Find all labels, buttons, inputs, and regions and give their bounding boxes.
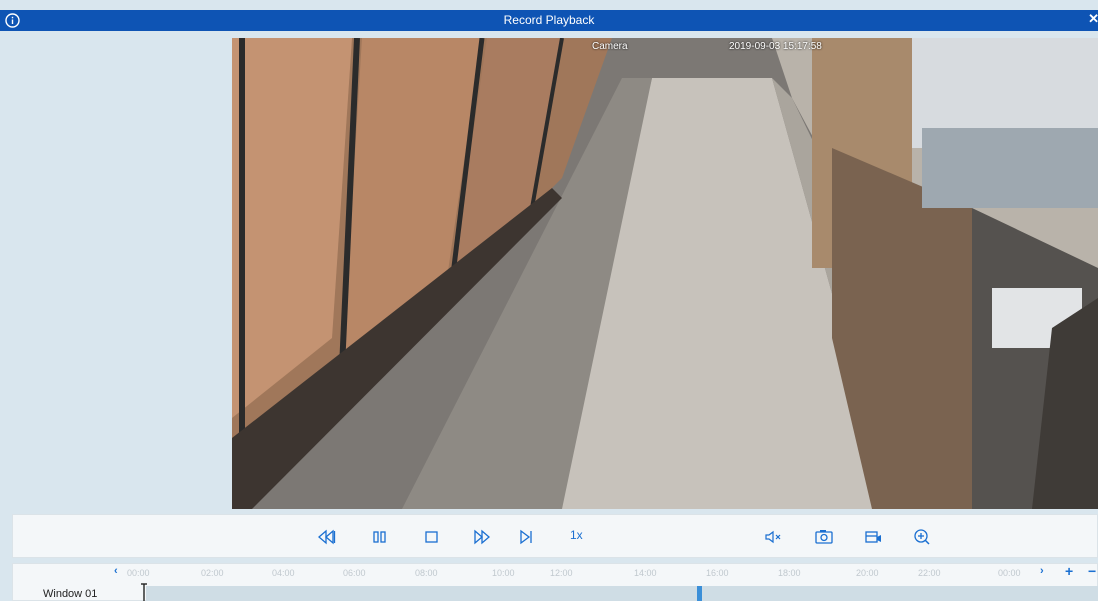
snapshot-icon[interactable]: [813, 526, 835, 548]
video-timestamp: 2019-09-03 15:17:58: [729, 41, 822, 52]
pause-icon[interactable]: [369, 526, 391, 548]
video-view[interactable]: Camera 2019-09-03 15:17:58: [232, 38, 1098, 509]
playback-control-bar: 1x: [12, 514, 1098, 558]
timeline-next-icon[interactable]: ›: [1040, 565, 1044, 577]
tick-label: 20:00: [856, 568, 879, 578]
camera-feed-image: [232, 38, 1098, 509]
tick-label: 14:00: [634, 568, 657, 578]
rewind-icon[interactable]: [316, 526, 338, 548]
title-bar: Record Playback ✕: [0, 10, 1098, 31]
window-title: Record Playback: [503, 13, 595, 27]
recording-segment[interactable]: [697, 586, 702, 601]
record-clip-icon[interactable]: [862, 526, 884, 548]
mute-icon[interactable]: [763, 526, 785, 548]
tick-label: 06:00: [343, 568, 366, 578]
timeline-panel: ‹ 00:00 02:00 04:00 06:00 08:00 10:00 12…: [12, 563, 1098, 601]
timeline-zoom-out-icon[interactable]: −: [1088, 563, 1096, 579]
tick-label: 00:00: [998, 568, 1021, 578]
timeline-ticks: 00:00 02:00 04:00 06:00 08:00 10:00 12:0…: [13, 568, 1098, 580]
close-icon[interactable]: ✕: [1088, 11, 1098, 27]
window-label: Window 01: [43, 588, 98, 600]
tick-label: 12:00: [550, 568, 573, 578]
next-frame-icon[interactable]: [516, 526, 538, 548]
camera-label: Camera: [592, 41, 628, 52]
tick-label: 00:00: [127, 568, 150, 578]
stop-icon[interactable]: [421, 526, 443, 548]
tick-label: 22:00: [918, 568, 941, 578]
tick-label: 04:00: [272, 568, 295, 578]
timeline-cursor-icon[interactable]: [140, 583, 148, 601]
timeline-zoom-in-icon[interactable]: +: [1065, 563, 1073, 579]
tick-label: 18:00: [778, 568, 801, 578]
tick-label: 08:00: [415, 568, 438, 578]
tick-label: 02:00: [201, 568, 224, 578]
fast-forward-icon[interactable]: [471, 526, 493, 548]
digital-zoom-icon[interactable]: [911, 526, 933, 548]
tick-label: 16:00: [706, 568, 729, 578]
timeline-track[interactable]: [146, 586, 1098, 601]
tick-label: 10:00: [492, 568, 515, 578]
playback-speed-button[interactable]: 1x: [570, 528, 583, 542]
